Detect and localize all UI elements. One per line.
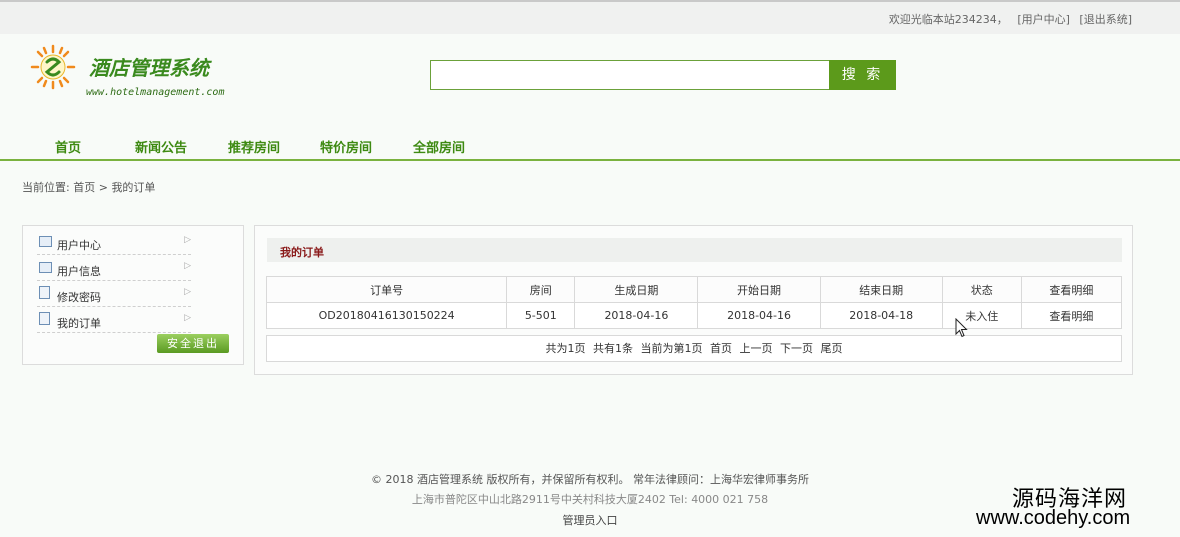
breadcrumb-current: 我的订单 [111,181,156,194]
end-date-cell: 2018-04-18 [819,302,943,329]
sidebar-item-user-center[interactable]: 用户中心 ▷ [37,230,191,255]
start-date-cell: 2018-04-16 [697,302,821,329]
nav-all-rooms[interactable]: 全部房间 [413,137,465,156]
column-header: 开始日期 [697,276,821,303]
user-sidebar: 用户中心 ▷ 用户信息 ▷ 修改密码 ▷ 我的订单 ▷ 安全退出 [22,225,244,365]
search-input[interactable] [430,60,830,90]
main-nav: 首页 新闻公告 推荐房间 特价房间 全部房间 [0,134,1180,161]
breadcrumb-separator: > [98,181,108,194]
footer-address: 上海市普陀区中山北路2911号中关村科技大厦2402 Tel: 4000 021… [411,493,769,506]
nav-home[interactable]: 首页 [55,137,81,156]
table-header-row: 订单号 房间 生成日期 开始日期 结束日期 状态 查看明细 [265,276,1123,303]
nav-recommended-rooms[interactable]: 推荐房间 [228,137,280,156]
room-cell: 5-501 [506,302,576,329]
column-header: 生成日期 [574,276,699,303]
chevron-right-icon: ▷ [184,313,191,323]
user-center-link[interactable]: [用户中心] [1017,13,1070,26]
nav-news[interactable]: 新闻公告 [135,137,187,156]
document-icon [39,286,50,299]
column-header: 房间 [506,276,576,303]
sidebar-item-label: 用户信息 [57,265,101,278]
chevron-right-icon: ▷ [184,287,191,297]
column-header: 订单号 [265,276,508,303]
sidebar-item-label: 我的订单 [57,317,101,330]
column-header: 查看明细 [1020,276,1123,303]
pager-next-link[interactable]: 下一页 [780,342,813,355]
breadcrumb-home[interactable]: 首页 [73,181,95,194]
chevron-right-icon: ▷ [184,261,191,271]
table-row: OD20180416130150224 5-501 2018-04-16 201… [265,302,1123,329]
order-number-cell: OD20180416130150224 [265,302,508,329]
nav-special-rooms[interactable]: 特价房间 [320,137,372,156]
mouse-cursor-icon [955,318,968,338]
panel-title-bar: 我的订单 [267,238,1122,262]
welcome-text: 欢迎光临本站234234， [888,13,1008,26]
top-links: 欢迎光临本站234234， [用户中心] [退出系统] [883,11,1132,27]
footer-copyright: © 2018 酒店管理系统 版权所有，并保留所有权利。 常年法律顾问：上海华宏律… [371,473,809,486]
chevron-right-icon: ▷ [184,235,191,245]
pager-total-items: 共有1条 [593,342,633,355]
breadcrumb: 当前位置: 首页 > 我的订单 [22,179,155,195]
pager-prev-link[interactable]: 上一页 [740,342,773,355]
top-bar: 欢迎光临本站234234， [用户中心] [退出系统] [0,0,1180,34]
logout-link[interactable]: [退出系统] [1079,13,1132,26]
created-date-cell: 2018-04-16 [574,302,699,329]
search-button[interactable]: 搜 索 [829,60,896,90]
site-title: 酒店管理系统 [89,56,209,80]
pager-current: 当前为第1页 [640,342,703,355]
sidebar-item-my-orders[interactable]: 我的订单 ▷ [37,308,191,333]
id-card-icon [39,262,52,273]
sidebar-item-user-info[interactable]: 用户信息 ▷ [37,256,191,281]
safe-logout-button[interactable]: 安全退出 [157,334,229,353]
column-header: 状态 [941,276,1022,303]
view-detail-link[interactable]: 查看明细 [1020,302,1123,329]
document-icon [39,312,50,325]
pager-first-link[interactable]: 首页 [710,342,732,355]
pager-total-pages: 共为1页 [545,342,586,355]
id-card-icon [39,236,52,247]
breadcrumb-prefix: 当前位置: [22,181,70,194]
site-url: www.hotelmanagement.com [86,87,225,98]
sidebar-item-label: 修改密码 [57,291,101,304]
orders-panel: 我的订单 订单号 房间 生成日期 开始日期 结束日期 状态 查看明细 OD201… [254,225,1133,375]
pagination: 共为1页 共有1条 当前为第1页 首页 上一页 下一页 尾页 [266,335,1122,362]
pager-last-link[interactable]: 尾页 [821,342,843,355]
panel-title: 我的订单 [280,246,324,259]
column-header: 结束日期 [819,276,943,303]
orders-table: 订单号 房间 生成日期 开始日期 结束日期 状态 查看明细 OD20180416… [265,276,1123,329]
sidebar-item-change-password[interactable]: 修改密码 ▷ [37,282,191,307]
sun-logo-icon [30,44,76,90]
sidebar-item-label: 用户中心 [57,239,101,252]
watermark-url: www.codehy.com [976,507,1131,529]
